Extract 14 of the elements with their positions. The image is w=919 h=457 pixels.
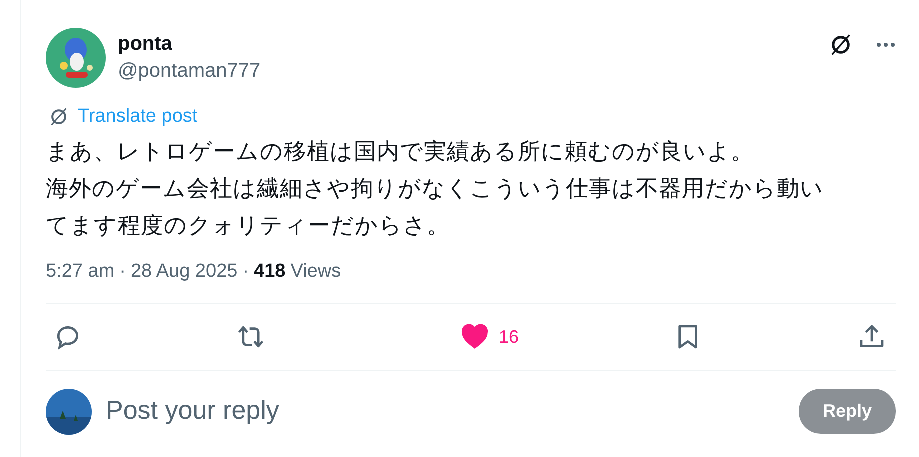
post-time[interactable]: 5:27 am xyxy=(46,261,115,283)
reply-button[interactable]: Reply xyxy=(798,389,896,434)
separator-dot: · xyxy=(120,261,126,283)
views-count: 418 xyxy=(254,261,286,283)
author-name[interactable]: ponta xyxy=(118,32,261,56)
heart-icon[interactable] xyxy=(460,323,489,351)
views-label: Views xyxy=(290,261,342,283)
more-icon[interactable] xyxy=(876,42,896,48)
like-count: 16 xyxy=(498,326,519,348)
post-text: まあ、レトロゲームの移植は国内で実績ある所に頼むのが良いよ。 xyxy=(46,138,755,167)
separator-dot: · xyxy=(242,261,250,283)
author-handle[interactable]: @pontaman777 xyxy=(118,56,261,86)
post-text: 海外のゲーム会社は繊細さや拘りがなくこういう仕事は不器用だから動いてます程度のクォリティーだからさ。 xyxy=(46,175,825,241)
post-date[interactable]: 28 Aug 2025 xyxy=(130,261,238,283)
